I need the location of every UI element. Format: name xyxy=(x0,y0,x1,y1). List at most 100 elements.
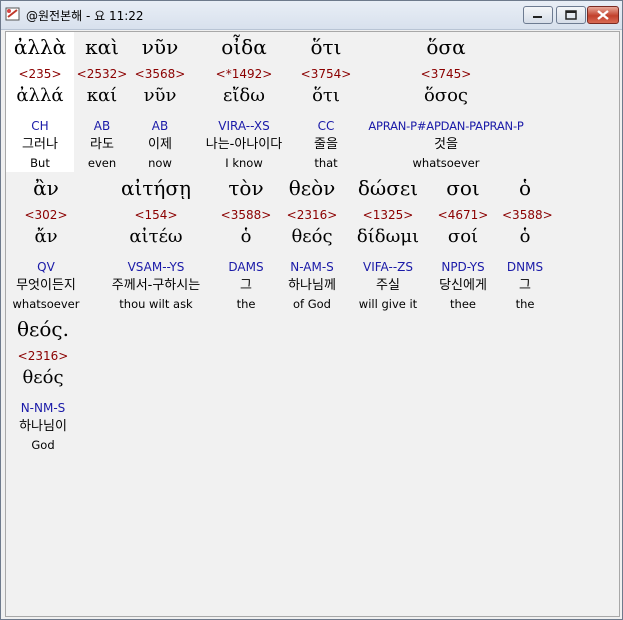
english-gloss: the xyxy=(236,297,256,311)
greek-lemma: θεός xyxy=(291,226,333,247)
korean-gloss: 그러나 xyxy=(22,137,58,152)
greek-word: τὸν xyxy=(228,176,264,200)
strong-number: <4671> xyxy=(437,208,489,222)
parsing-code: CC xyxy=(317,119,335,133)
parsing-code: NPD-YS xyxy=(441,260,485,274)
parsing-code: VSAM--YS xyxy=(127,260,185,274)
korean-gloss: 하나님이 xyxy=(19,419,67,434)
english-gloss: whatsoever xyxy=(12,297,80,311)
word-block[interactable]: ὅσα <3745> ὅσος APRAN-P#APDAN-PAPRAN-P 것… xyxy=(358,32,534,171)
interlinear-panel[interactable]: ἀλλὰ <235> ἀλλά CH 그러나 But καὶ <2532> κα… xyxy=(5,31,620,617)
english-gloss: God xyxy=(31,438,55,452)
word-block[interactable]: ὅτι <3754> ὅτι CC 줄을 that xyxy=(298,32,354,171)
strong-number: <1325> xyxy=(362,208,414,222)
maximize-icon xyxy=(565,10,577,20)
greek-lemma: εἴδω xyxy=(223,85,265,106)
strong-number: <235> xyxy=(18,67,62,81)
greek-lemma: ἀλλά xyxy=(16,85,64,106)
greek-word: ὅσα xyxy=(426,35,466,59)
korean-gloss: 나는-아나이다 xyxy=(205,137,283,152)
parsing-code: DNMS xyxy=(506,260,544,274)
greek-word: θεός. xyxy=(16,317,69,341)
parsing-code: N-AM-S xyxy=(290,260,334,274)
english-gloss: will give it xyxy=(358,297,418,311)
parsing-code: AB xyxy=(151,119,169,133)
english-gloss: now xyxy=(148,156,172,170)
english-gloss: thee xyxy=(450,297,476,311)
word-block[interactable]: ὁ <3588> ὁ DNMS 그 the xyxy=(502,173,553,312)
word-block[interactable]: ἀλλὰ <235> ἀλλά CH 그러나 But xyxy=(6,32,74,172)
greek-word: δώσει xyxy=(357,176,419,200)
korean-gloss: 줄을 xyxy=(314,137,338,152)
greek-lemma: ὁ xyxy=(519,226,531,247)
maximize-button[interactable] xyxy=(556,6,586,24)
greek-word: ἀλλὰ xyxy=(13,35,67,59)
greek-lemma: καί xyxy=(86,85,118,106)
korean-gloss: 그 xyxy=(240,278,252,293)
close-button[interactable] xyxy=(587,6,619,24)
word-block[interactable]: θεὸν <2316> θεός N-AM-S 하나님께 of God xyxy=(278,173,346,312)
korean-gloss: 주실 xyxy=(376,278,400,293)
parsing-code: AB xyxy=(93,119,111,133)
greek-word: ἂν xyxy=(33,176,59,200)
greek-word: θεὸν xyxy=(288,176,336,200)
minimize-button[interactable] xyxy=(523,6,553,24)
greek-lemma: νῦν xyxy=(143,85,177,106)
strong-number: <3568> xyxy=(134,67,186,81)
strong-number: <3588> xyxy=(220,208,272,222)
korean-gloss: 당신에게 xyxy=(439,278,487,293)
korean-gloss: 하나님께 xyxy=(288,278,336,293)
english-gloss: But xyxy=(30,156,50,170)
korean-gloss: 이제 xyxy=(148,137,172,152)
strong-number: <302> xyxy=(24,208,68,222)
window-title: @원전본해 - 요 11:22 xyxy=(26,9,144,23)
english-gloss: of God xyxy=(293,297,331,311)
greek-word: αἰτήσῃ xyxy=(120,176,192,200)
minimize-icon xyxy=(533,16,542,18)
greek-word: σοι xyxy=(446,176,480,200)
greek-word: νῦν xyxy=(141,35,179,59)
word-block[interactable]: τὸν <3588> ὁ DAMS 그 the xyxy=(218,173,274,312)
title-bar[interactable]: @원전본해 - 요 11:22 xyxy=(1,1,622,30)
word-block[interactable]: θεός. <2316> θεός N-NM-S 하나님이 God xyxy=(8,314,78,453)
word-block[interactable]: αἰτήσῃ <154> αἰτέω VSAM--YS 주께서-구하시는 tho… xyxy=(98,173,214,312)
greek-lemma: αἰτέω xyxy=(129,226,183,247)
greek-lemma: ἄν xyxy=(34,226,58,247)
korean-gloss: 무엇이든지 xyxy=(16,278,76,293)
greek-lemma: θεός xyxy=(22,367,64,388)
greek-lemma: ὁ xyxy=(240,226,252,247)
parsing-code: APRAN-P#APDAN-PAPRAN-P xyxy=(368,119,524,133)
word-block[interactable]: ἂν <302> ἄν QV 무엇이든지 whatsoever xyxy=(6,173,86,312)
strong-number: <154> xyxy=(134,208,178,222)
word-block[interactable]: καὶ <2532> καί AB 라도 even xyxy=(76,32,128,171)
strong-number: <2532> xyxy=(76,67,128,81)
close-icon xyxy=(597,10,609,20)
english-gloss: even xyxy=(87,156,117,170)
greek-lemma: ὅτι xyxy=(312,85,340,106)
korean-gloss: 그 xyxy=(519,278,531,293)
word-block[interactable]: σοι <4671> σοί NPD-YS 당신에게 thee xyxy=(430,173,496,312)
english-gloss: the xyxy=(515,297,535,311)
parsing-code: DAMS xyxy=(228,260,264,274)
word-block[interactable]: οἶδα <*1492> εἴδω VIRA--XS 나는-아나이다 I kno… xyxy=(196,32,292,171)
english-gloss: whatsoever xyxy=(412,156,480,170)
greek-word: ὅτι xyxy=(310,35,342,59)
strong-number: <3588> xyxy=(502,208,553,222)
korean-gloss: 주께서-구하시는 xyxy=(111,278,201,293)
greek-lemma: δίδωμι xyxy=(356,226,420,247)
parsing-code: N-NM-S xyxy=(20,401,66,415)
word-block[interactable]: νῦν <3568> νῦν AB 이제 now xyxy=(134,32,186,171)
strong-number: <*1492> xyxy=(215,67,273,81)
korean-gloss: 것을 xyxy=(434,137,458,152)
english-gloss: that xyxy=(314,156,338,170)
english-gloss: I know xyxy=(225,156,263,170)
strong-number: <3754> xyxy=(300,67,352,81)
korean-gloss: 라도 xyxy=(90,137,114,152)
greek-lemma: ὅσος xyxy=(423,85,469,106)
strong-number: <2316> xyxy=(17,349,69,363)
word-block[interactable]: δώσει <1325> δίδωμι VIFA--ZS 주실 will giv… xyxy=(354,173,422,312)
english-gloss: thou wilt ask xyxy=(119,297,193,311)
app-book-icon xyxy=(5,7,20,21)
parsing-code: VIRA--XS xyxy=(218,119,270,133)
parsing-code: VIFA--ZS xyxy=(363,260,413,274)
